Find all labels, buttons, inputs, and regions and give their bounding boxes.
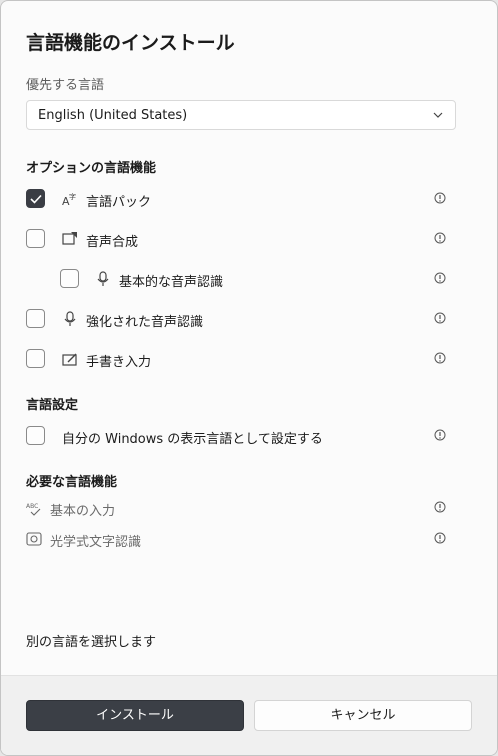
ocr-icon — [26, 532, 42, 546]
info-icon[interactable] — [434, 192, 446, 204]
feature-row-handwriting: 手書き入力 — [26, 349, 456, 371]
preferred-language-label: 優先する言語 — [26, 78, 105, 93]
text-to-speech-label: 音声合成 — [86, 235, 139, 250]
feature-row-text-to-speech: 音声合成 — [26, 229, 456, 251]
display-language-label: 自分の Windows の表示言語として設定する — [62, 432, 323, 447]
cancel-button[interactable]: キャンセル — [254, 700, 472, 731]
svg-text:ABC: ABC — [26, 503, 38, 510]
info-icon[interactable] — [434, 312, 446, 324]
feature-row-enhanced-speech: 強化された音声認識 — [26, 309, 456, 331]
install-language-features-dialog: 言語機能のインストール 優先する言語 English (United State… — [0, 0, 498, 756]
language-pack-label: 言語パック — [86, 195, 152, 210]
handwriting-icon — [62, 353, 77, 366]
handwriting-label: 手書き入力 — [86, 355, 152, 370]
ocr-label: 光学式文字認識 — [50, 535, 142, 550]
language-settings-heading: 言語設定 — [26, 398, 79, 413]
info-icon[interactable] — [434, 429, 446, 441]
svg-text:字: 字 — [69, 192, 76, 201]
install-button[interactable]: インストール — [26, 700, 244, 731]
choose-other-language-link[interactable]: 別の言語を選択します — [26, 631, 156, 650]
text-to-speech-icon — [62, 232, 77, 245]
microphone-icon — [64, 311, 76, 326]
info-icon[interactable] — [434, 232, 446, 244]
info-icon[interactable] — [434, 532, 446, 544]
enhanced-speech-label: 強化された音声認識 — [86, 315, 204, 330]
language-pack-icon: A字 — [62, 192, 76, 207]
preferred-language-dropdown[interactable]: English (United States) — [26, 100, 456, 130]
handwriting-checkbox[interactable] — [26, 349, 45, 368]
language-pack-checkbox[interactable] — [26, 189, 45, 208]
microphone-icon — [97, 271, 109, 286]
required-row-basic-typing: ABC 基本の入力 — [26, 498, 456, 520]
checkmark-icon — [30, 194, 42, 204]
basic-speech-label: 基本的な音声認識 — [119, 275, 224, 290]
optional-features-heading: オプションの言語機能 — [26, 161, 157, 176]
info-icon[interactable] — [434, 501, 446, 513]
info-icon[interactable] — [434, 352, 446, 364]
required-row-ocr: 光学式文字認識 — [26, 529, 456, 551]
dialog-title: 言語機能のインストール — [26, 32, 235, 54]
basic-speech-checkbox[interactable] — [60, 269, 79, 288]
enhanced-speech-checkbox[interactable] — [26, 309, 45, 328]
basic-typing-label: 基本の入力 — [50, 504, 116, 519]
text-to-speech-checkbox[interactable] — [26, 229, 45, 248]
info-icon[interactable] — [434, 272, 446, 284]
feature-row-language-pack: A字 言語パック — [26, 189, 456, 211]
dialog-footer: インストール キャンセル — [1, 675, 497, 755]
basic-typing-icon: ABC — [26, 503, 41, 516]
feature-row-basic-speech: 基本的な音声認識 — [26, 269, 456, 291]
preferred-language-value: English (United States) — [38, 108, 188, 123]
display-language-checkbox[interactable] — [26, 426, 45, 445]
setting-row-display-language: 自分の Windows の表示言語として設定する — [26, 426, 456, 448]
required-features-heading: 必要な言語機能 — [26, 475, 118, 490]
chevron-down-icon — [433, 112, 443, 118]
